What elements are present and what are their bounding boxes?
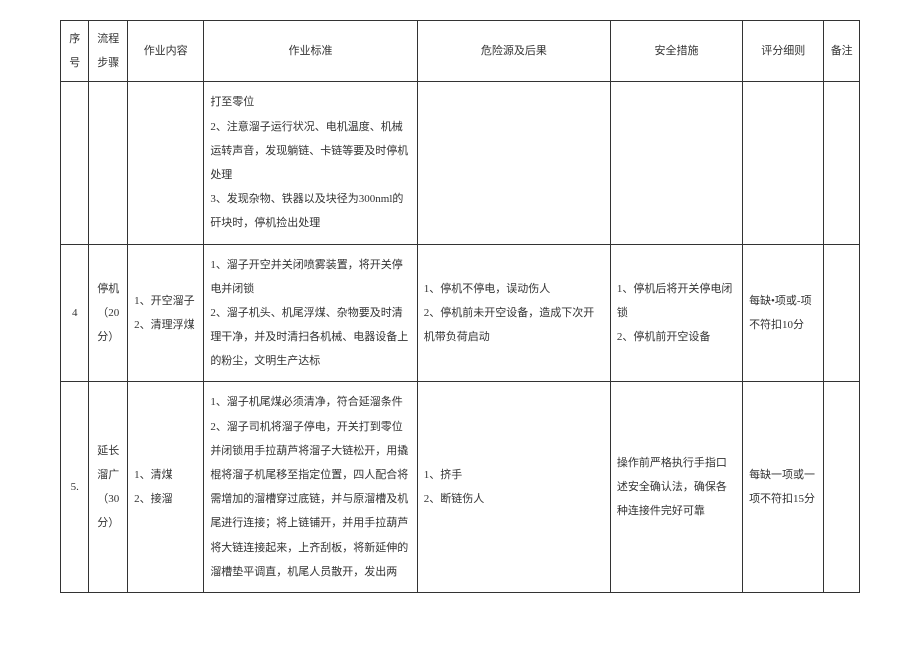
cell-criteria: 每缺•项或-项不符扣10分 bbox=[743, 244, 824, 382]
cell-measure bbox=[610, 82, 742, 244]
cell-hazard bbox=[417, 82, 610, 244]
cell-remark bbox=[824, 244, 860, 382]
cell-hazard: 1、停机不停电，误动伤人 2、停机前未开空设备，造成下次开机带负荷启动 bbox=[417, 244, 610, 382]
cell-standard: 打至零位 2、注意溜子运行状况、电机温度、机械运转声音，发现躺链、卡链等要及时停… bbox=[204, 82, 417, 244]
header-remark: 备注 bbox=[824, 21, 860, 82]
cell-standard: 1、溜子机尾煤必须清净，符合延溜条件 2、溜子司机将溜子停电，开关打到零位并闭锁… bbox=[204, 382, 417, 593]
procedure-table: 序号 流程步骤 作业内容 作业标准 危险源及后果 安全措施 评分细则 备注 打至… bbox=[60, 20, 860, 593]
cell-step: 延长溜广（30分） bbox=[89, 382, 128, 593]
cell-standard: 1、溜子开空并关闭喷雾装置，将开关停电并闭锁 2、溜子机头、机尾浮煤、杂物要及时… bbox=[204, 244, 417, 382]
cell-hazard: 1、挤手 2、断链伤人 bbox=[417, 382, 610, 593]
cell-measure: 操作前严格执行手指口述安全确认法，确保各种连接件完好可靠 bbox=[610, 382, 742, 593]
cell-step bbox=[89, 82, 128, 244]
cell-content: 1、清煤 2、接溜 bbox=[128, 382, 204, 593]
header-content: 作业内容 bbox=[128, 21, 204, 82]
cell-remark bbox=[824, 382, 860, 593]
cell-content: 1、开空溜子 2、清理浮煤 bbox=[128, 244, 204, 382]
cell-seq: 5. bbox=[61, 382, 89, 593]
header-measure: 安全措施 bbox=[610, 21, 742, 82]
cell-remark bbox=[824, 82, 860, 244]
cell-step: 停机（20分） bbox=[89, 244, 128, 382]
table-row: 打至零位 2、注意溜子运行状况、电机温度、机械运转声音，发现躺链、卡链等要及时停… bbox=[61, 82, 860, 244]
header-hazard: 危险源及后果 bbox=[417, 21, 610, 82]
cell-seq: 4 bbox=[61, 244, 89, 382]
header-criteria: 评分细则 bbox=[743, 21, 824, 82]
cell-criteria bbox=[743, 82, 824, 244]
header-seq: 序号 bbox=[61, 21, 89, 82]
cell-content bbox=[128, 82, 204, 244]
table-row: 5. 延长溜广（30分） 1、清煤 2、接溜 1、溜子机尾煤必须清净，符合延溜条… bbox=[61, 382, 860, 593]
header-step: 流程步骤 bbox=[89, 21, 128, 82]
cell-measure: 1、停机后将开关停电闭锁 2、停机前开空设备 bbox=[610, 244, 742, 382]
cell-criteria: 每缺一项或一项不符扣15分 bbox=[743, 382, 824, 593]
header-standard: 作业标准 bbox=[204, 21, 417, 82]
table-header-row: 序号 流程步骤 作业内容 作业标准 危险源及后果 安全措施 评分细则 备注 bbox=[61, 21, 860, 82]
table-row: 4 停机（20分） 1、开空溜子 2、清理浮煤 1、溜子开空并关闭喷雾装置，将开… bbox=[61, 244, 860, 382]
cell-seq bbox=[61, 82, 89, 244]
